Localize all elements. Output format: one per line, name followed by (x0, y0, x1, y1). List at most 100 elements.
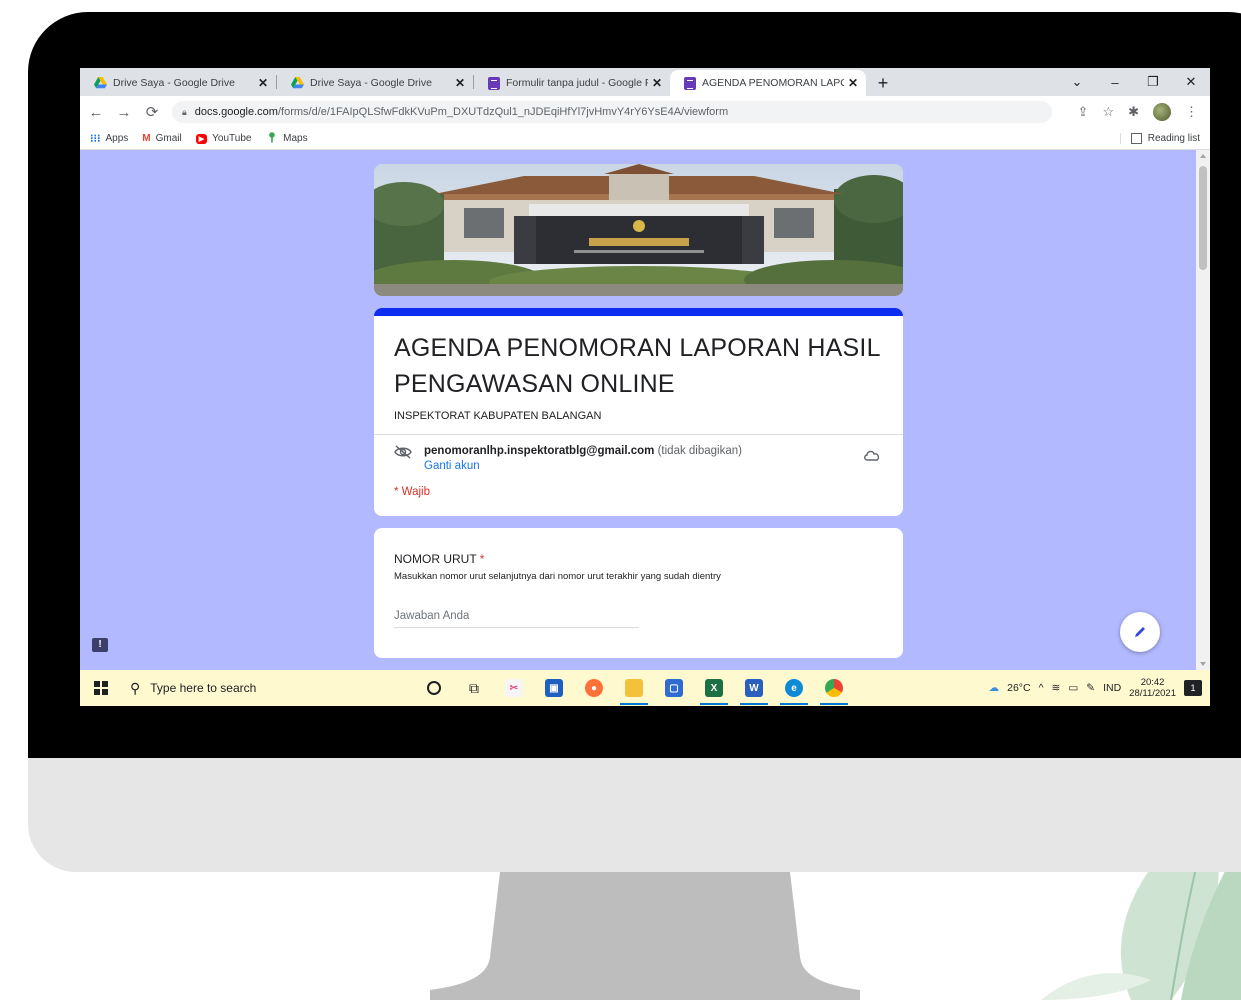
page-scrollbar[interactable] (1196, 150, 1210, 670)
account-shared-note: (tidak dibagikan) (657, 445, 742, 457)
profile-avatar[interactable] (1153, 103, 1171, 121)
clock-date: 28/11/2021 (1129, 688, 1176, 699)
edit-fab-button[interactable] (1120, 612, 1160, 652)
forward-icon[interactable]: → (112, 104, 136, 121)
share-icon[interactable]: ⇪ (1078, 104, 1089, 120)
tab-search-icon[interactable]: ⌄ (1058, 74, 1096, 90)
reading-list-icon (1130, 133, 1142, 144)
switch-account-link[interactable]: Ganti akun (424, 460, 883, 472)
bookmark-apps[interactable]: ⁝⁝⁝ Apps (90, 132, 128, 145)
feedback-icon[interactable]: ! (92, 638, 108, 652)
network-icon[interactable]: ≋ (1052, 682, 1061, 694)
cortana-icon (427, 681, 441, 695)
url-host: docs.google.com (194, 106, 278, 118)
address-bar[interactable]: 🔒︎ docs.google.com/forms/d/e/1FAIpQLSfwF… (172, 101, 1052, 123)
reload-icon[interactable]: ⟳ (140, 103, 164, 121)
close-icon[interactable]: ✕ (848, 76, 858, 90)
google-forms-icon (684, 76, 696, 90)
scroll-down-icon[interactable] (1200, 662, 1206, 666)
taskbar-search-placeholder: Type here to search (150, 681, 257, 695)
navigation-bar: ← → ⟳ 🔒︎ docs.google.com/forms/d/e/1FAIp… (80, 96, 1210, 128)
firefox-icon: ● (585, 679, 603, 697)
form-description: INSPEKTORAT KABUPATEN BALANGAN (394, 410, 602, 422)
battery-icon[interactable]: ▭ (1068, 682, 1078, 694)
tab-title: Drive Saya - Google Drive (310, 77, 432, 89)
tab-forms-untitled[interactable]: Formulir tanpa judul - Google Fo ✕ (474, 70, 670, 96)
start-button[interactable] (80, 670, 122, 706)
cortana-button[interactable] (414, 670, 454, 706)
pencil-icon (1135, 627, 1145, 637)
reading-list-label: Reading list (1147, 133, 1200, 144)
question-help: Masukkan nomor urut selanjutnya dari nom… (394, 571, 721, 582)
tab-agenda-active[interactable]: AGENDA PENOMORAN LAPORA ✕ (670, 70, 866, 96)
task-view-icon: ⧉ (469, 679, 479, 696)
google-drive-icon (291, 77, 304, 89)
bookmark-youtube[interactable]: ▶ YouTube (195, 133, 251, 144)
youtube-icon: ▶ (195, 133, 208, 144)
taskbar-app-excel[interactable]: X (694, 670, 734, 706)
word-icon: W (745, 679, 763, 697)
clock[interactable]: 20:42 28/11/2021 (1129, 677, 1176, 699)
apps-grid-icon: ⁝⁝⁝ (90, 133, 101, 145)
taskbar-app-explorer[interactable] (614, 670, 654, 706)
taskbar-app-firefox[interactable]: ● (574, 670, 614, 706)
taskbar-app-snip[interactable]: ✂ (494, 670, 534, 706)
required-note: * Wajib (394, 486, 430, 498)
new-tab-button[interactable]: + (870, 70, 896, 96)
file-explorer-icon (625, 679, 643, 697)
tab-drive-1[interactable]: Drive Saya - Google Drive ✕ (80, 70, 276, 96)
account-email: penomoranlhp.inspektoratblg@gmail.com (424, 445, 655, 457)
calendar-icon: ▢ (665, 679, 683, 697)
chevron-up-icon[interactable]: ^ (1039, 682, 1044, 694)
question-card: NOMOR URUT * Masukkan nomor urut selanju… (374, 528, 903, 658)
bookmark-maps[interactable]: 📍︎ Maps (265, 133, 307, 144)
bookmark-label: Maps (283, 133, 308, 144)
monitor-stand (430, 872, 860, 1000)
close-icon[interactable]: ✕ (455, 76, 465, 90)
scroll-thumb[interactable] (1199, 166, 1207, 270)
taskbar-app-chrome[interactable] (814, 670, 854, 706)
weather-temp[interactable]: 26°C (1007, 682, 1030, 694)
close-window-icon[interactable]: ✕ (1172, 74, 1210, 90)
taskbar-app-word[interactable]: W (734, 670, 774, 706)
notification-icon[interactable]: 1 (1184, 680, 1202, 696)
language-indicator[interactable]: IND (1103, 682, 1121, 694)
bookmarks-bar: ⁝⁝⁝ Apps M Gmail ▶ YouTube 📍︎ Maps Readi… (80, 128, 1210, 150)
bookmark-gmail[interactable]: M Gmail (142, 133, 181, 144)
eye-off-icon (394, 445, 412, 459)
reading-list-button[interactable]: Reading list (1119, 133, 1200, 144)
bookmark-label: Gmail (155, 133, 182, 144)
account-info: penomoranlhp.inspektoratblg@gmail.com (t… (374, 435, 903, 472)
google-forms-icon (488, 76, 500, 90)
maps-icon: 📍︎ (265, 133, 279, 144)
form-header-card: AGENDA PENOMORAN LAPORAN HASIL PENGAWASA… (374, 308, 903, 516)
stage: Drive Saya - Google Drive ✕ Drive Saya -… (0, 0, 1241, 1000)
tab-title: Drive Saya - Google Drive (113, 77, 235, 89)
taskbar-app-calendar[interactable]: ▢ (654, 670, 694, 706)
answer-input[interactable]: Jawaban Anda (394, 610, 639, 628)
tab-bar: Drive Saya - Google Drive ✕ Drive Saya -… (80, 68, 1210, 96)
taskbar-app-store[interactable]: ▣ (534, 670, 574, 706)
url-path: /forms/d/e/1FAIpQLSfwFdkKVuPm_DXUTdzQul1… (277, 106, 729, 118)
extensions-icon[interactable]: ✱ (1128, 104, 1139, 120)
pen-icon[interactable]: ✎ (1086, 682, 1095, 694)
header-banner-image (374, 164, 903, 296)
taskbar-search[interactable]: ⚲ Type here to search (122, 670, 402, 706)
snip-icon: ✂ (505, 679, 523, 697)
bookmark-star-icon[interactable]: ☆ (1102, 104, 1114, 120)
tab-drive-2[interactable]: Drive Saya - Google Drive ✕ (277, 70, 473, 96)
close-icon[interactable]: ✕ (258, 76, 268, 90)
bookmark-label: Apps (105, 133, 129, 144)
close-icon[interactable]: ✕ (652, 76, 662, 90)
windows-logo-icon (94, 681, 108, 695)
accent-bar (374, 308, 903, 316)
back-icon[interactable]: ← (84, 104, 108, 121)
scroll-up-icon[interactable] (1200, 154, 1206, 158)
restore-icon[interactable]: ❐ (1134, 74, 1172, 90)
task-view-button[interactable]: ⧉ (454, 670, 494, 706)
menu-kebab-icon[interactable]: ⋮ (1185, 104, 1198, 120)
window-controls: ⌄ – ❐ ✕ (1058, 68, 1210, 96)
chrome-icon (825, 679, 843, 697)
taskbar-app-edge[interactable]: e (774, 670, 814, 706)
minimize-icon[interactable]: – (1096, 75, 1134, 90)
